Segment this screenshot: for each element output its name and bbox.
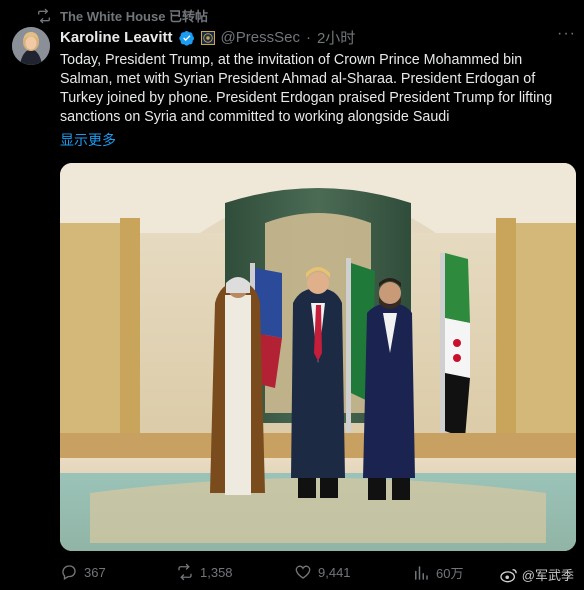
repost-indicator[interactable]: The White House 已转帖 [36,6,208,25]
like-button[interactable]: 9,441 [294,563,351,581]
watermark: @军武季 [500,565,574,584]
views-icon [415,565,428,580]
tweet-text: Today, President Trump, at the invitatio… [60,52,553,125]
affiliate-badge-icon[interactable] [200,30,215,45]
watermark-text: @军武季 [521,568,574,583]
like-icon [295,565,311,579]
reply-count: 367 [84,564,106,580]
tweet-photo[interactable] [60,163,576,551]
author-handle[interactable]: @PressSec [221,29,300,46]
verified-badge-icon [178,30,194,46]
repost-label: The White House 已转帖 [60,9,209,24]
reply-icon [62,565,76,580]
show-more-link[interactable]: 显示更多 [60,130,116,150]
weibo-logo-icon [500,568,517,582]
repost-count: 1,358 [200,564,233,580]
repost-icon [178,563,192,581]
post-time[interactable]: 2小时 [317,27,355,48]
avatar[interactable] [12,27,50,65]
views-count: 60万 [436,566,464,581]
reply-button[interactable]: 367 [60,563,106,581]
views-button[interactable]: 60万 [412,563,463,582]
tweet-header: Karoline Leavitt @PressSec · 2小时 [60,27,572,48]
separator: · [305,29,311,46]
more-icon[interactable]: ··· [557,25,576,43]
author-name[interactable]: Karoline Leavitt [60,29,173,46]
repost-button[interactable]: 1,358 [176,563,233,581]
repost-icon [38,8,50,23]
like-count: 9,441 [318,564,351,580]
